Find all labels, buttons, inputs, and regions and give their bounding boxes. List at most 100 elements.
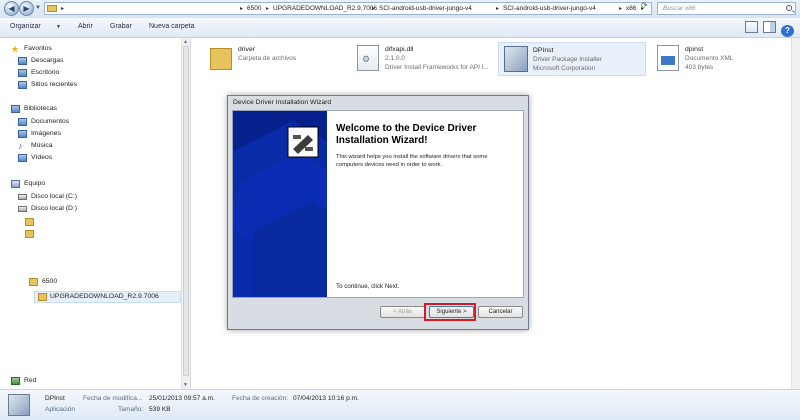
file-size: 403 bytes <box>685 64 714 71</box>
images-icon <box>18 130 27 138</box>
file-name: DPInst <box>533 47 554 54</box>
nav-folder-upgradedownload[interactable]: UPGRADEDOWNLOAD_R2.9.7006 <box>34 291 181 303</box>
scroll-down-icon[interactable]: ▼ <box>183 382 188 388</box>
breadcrumb-separator-icon[interactable]: ▸ <box>266 5 269 12</box>
details-file-name: DPInst <box>45 395 65 402</box>
nav-label: Vídeos <box>31 154 53 161</box>
nav-folder-6500[interactable]: 6500 <box>29 278 58 286</box>
file-version: 2.1.0.0 <box>385 55 405 62</box>
nav-label: Documentos <box>31 118 70 125</box>
file-description: Driver Package Installer <box>533 56 602 63</box>
file-tile-dpinst-xml[interactable]: dpinst Documento XML 403 bytes <box>651 42 781 76</box>
chevron-down-icon[interactable]: ▼ <box>56 24 61 30</box>
content-scrollbar[interactable] <box>791 38 800 389</box>
details-created-label: Fecha de creación: <box>232 395 289 402</box>
breadcrumb-upgradedownload[interactable]: UPGRADEDOWNLOAD_R2.9.7006 <box>273 5 377 12</box>
nav-images[interactable]: Imágenes <box>18 130 61 138</box>
breadcrumb-separator-icon[interactable]: ▸ <box>240 5 243 12</box>
nav-music[interactable]: ♪ Música <box>18 142 53 151</box>
scroll-up-icon[interactable]: ▲ <box>183 39 188 45</box>
details-pane: DPInst Aplicación Fecha de modifica... 2… <box>0 389 800 420</box>
cancel-button[interactable]: Cancelar <box>478 306 523 318</box>
nav-label: Música <box>31 142 53 149</box>
nav-label: 6500 <box>42 278 58 285</box>
file-tile-dpinst-app[interactable]: DPInst Driver Package Installer Microsof… <box>498 42 646 76</box>
folder-icon <box>38 293 47 301</box>
wizard-body: Welcome to the Device Driver Installatio… <box>232 110 524 298</box>
computer-icon <box>11 180 20 188</box>
nav-videos[interactable]: Vídeos <box>18 154 53 162</box>
file-tile-driver[interactable]: driver Carpeta de archivos <box>204 42 344 76</box>
refresh-icon[interactable]: ⟳ <box>641 1 648 10</box>
address-field[interactable]: ▸ ▸ 6500 ▸ UPGRADEDOWNLOAD_R2.9.7006 ▸ S… <box>44 2 652 15</box>
search-input[interactable]: Buscar x86 <box>657 2 796 15</box>
star-icon: ★ <box>11 44 20 54</box>
help-icon[interactable]: ? <box>781 25 794 37</box>
search-icon[interactable] <box>786 5 792 11</box>
new-folder-button[interactable]: Nueva carpeta <box>149 23 195 30</box>
nav-label: Red <box>24 377 37 384</box>
recent-places-icon <box>18 81 27 89</box>
nav-network[interactable]: Red <box>11 377 37 385</box>
burn-button[interactable]: Grabar <box>110 23 132 30</box>
file-name: difxapi.dll <box>385 46 414 53</box>
navigation-pane: ★ Favoritos Descargas Escritorio Sitios … <box>0 38 181 389</box>
change-view-icon[interactable] <box>745 21 759 33</box>
nav-documents[interactable]: Documentos <box>18 118 70 126</box>
gear-icon: ⚙ <box>362 54 371 64</box>
back-button[interactable]: < Atrás <box>380 306 425 318</box>
breadcrumb-separator-icon[interactable]: ▸ <box>61 5 64 12</box>
folder-icon <box>25 218 34 226</box>
folder-icon <box>210 48 232 70</box>
breadcrumb-separator-icon[interactable]: ▸ <box>372 5 375 12</box>
command-bar: Organizar ▼ Abrir Grabar Nueva carpeta ? <box>0 18 800 38</box>
folder-icon <box>25 230 34 238</box>
breadcrumb-separator-icon[interactable]: ▸ <box>496 5 499 12</box>
nav-disk-d[interactable]: Disco local (D:) <box>18 205 78 212</box>
wizard-description: This wizard helps you install the softwa… <box>336 154 488 168</box>
forward-button[interactable]: ▶ <box>19 1 34 16</box>
breadcrumb-6500[interactable]: 6500 <box>247 5 261 12</box>
videos-icon <box>18 154 27 162</box>
details-modified-label: Fecha de modifica... <box>83 395 143 402</box>
drive-icon <box>18 194 27 200</box>
wizard-banner <box>233 111 327 297</box>
details-size-label: Tamaño: <box>118 406 144 413</box>
driver-installation-wizard: Device Driver Installation Wizard Welcom… <box>227 95 529 330</box>
documents-icon <box>18 118 27 126</box>
nav-recent[interactable]: Sitios recientes <box>18 81 77 89</box>
scrollbar-thumb[interactable] <box>183 46 189 376</box>
breadcrumb-x86[interactable]: x86 <box>626 5 636 12</box>
installer-icon <box>8 394 30 416</box>
file-company: Microsoft Corporation <box>533 65 596 72</box>
installer-icon <box>504 46 528 72</box>
wizard-banner-art-icon <box>233 121 327 297</box>
nav-favorites[interactable]: ★ Favoritos <box>11 45 52 54</box>
xml-badge-icon <box>661 56 675 65</box>
next-button-highlight <box>424 303 476 321</box>
details-created-value: 07/04/2013 10:16 p.m. <box>293 395 359 402</box>
nav-libraries[interactable]: Bibliotecas <box>11 105 57 113</box>
nav-label: Disco local (D:) <box>31 205 78 212</box>
downloads-icon <box>18 57 27 65</box>
details-modified-value: 25/01/2013 09:57 a.m. <box>149 395 215 402</box>
breadcrumb-sci-driver-2[interactable]: SCI-android-usb-driver-jungo-v4 <box>503 5 596 12</box>
recent-pages-chevron-icon[interactable]: ▼ <box>35 5 41 11</box>
back-button[interactable]: ◀ <box>4 1 19 16</box>
breadcrumb-separator-icon[interactable]: ▸ <box>619 5 622 12</box>
drive-icon <box>18 206 27 212</box>
nav-label: Equipo <box>24 180 46 187</box>
nav-desktop[interactable]: Escritorio <box>18 69 59 77</box>
preview-pane-icon[interactable] <box>763 21 777 33</box>
xml-file-icon <box>657 45 679 71</box>
nav-computer[interactable]: Equipo <box>11 180 46 188</box>
nav-label: Bibliotecas <box>24 105 57 112</box>
breadcrumb-sci-driver-1[interactable]: SCI-android-usb-driver-jungo-v4 <box>379 5 472 12</box>
file-tile-difxapi[interactable]: ⚙ difxapi.dll 2.1.0.0 Driver Install Fra… <box>351 42 496 76</box>
nav-disk-c[interactable]: Disco local (C:) <box>18 193 77 200</box>
open-button[interactable]: Abrir <box>78 23 93 30</box>
folder-icon <box>47 5 57 12</box>
nav-downloads[interactable]: Descargas <box>18 57 64 65</box>
sidebar-scrollbar[interactable]: ▲ ▼ <box>181 38 190 389</box>
organize-button[interactable]: Organizar <box>10 23 41 30</box>
